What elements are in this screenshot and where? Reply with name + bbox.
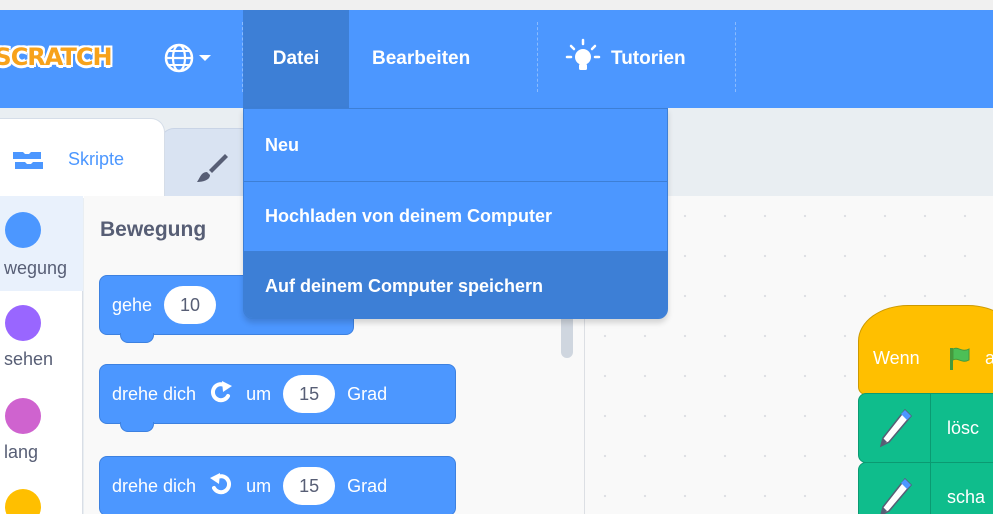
block-when-flag-clicked[interactable]: Wenn a	[858, 305, 993, 395]
category-looks[interactable]: sehen	[0, 291, 83, 386]
category-menu: wegung sehen lang	[0, 196, 83, 514]
block-text: a	[985, 348, 993, 368]
block-pen-shade[interactable]: scha	[858, 462, 993, 514]
block-text: scha	[947, 487, 986, 507]
block-text: Wenn	[873, 348, 920, 368]
tab-scripts[interactable]: Skripte	[0, 118, 165, 198]
category-label: sehen	[4, 349, 54, 369]
green-flag-icon	[947, 346, 973, 377]
block-input[interactable]: 15	[283, 467, 336, 505]
block-text: lösc	[947, 418, 980, 438]
menu-item-label: Neu	[265, 134, 300, 155]
lightbulb-icon	[565, 38, 601, 80]
block-pen-clear[interactable]: lösc	[858, 393, 993, 463]
category-motion[interactable]: wegung	[0, 196, 83, 291]
menu-item-save[interactable]: Auf deinem Computer speichern	[244, 251, 667, 318]
globe-icon	[163, 42, 197, 79]
pen-icon	[859, 463, 931, 514]
category-dot	[5, 489, 41, 514]
menu-edit[interactable]: Bearbeiten	[372, 10, 512, 108]
chevron-down-icon	[197, 51, 213, 69]
menu-divider	[735, 22, 736, 92]
category-dot	[5, 398, 41, 434]
tab-scripts-label: Skripte	[68, 149, 125, 169]
brush-icon	[195, 151, 229, 190]
rotate-right-icon	[208, 380, 234, 409]
category-events[interactable]	[0, 481, 83, 514]
menu-item-upload[interactable]: Hochladen von deinem Computer	[244, 181, 667, 251]
browser-strip	[0, 0, 993, 10]
block-turn-right[interactable]: drehe dich um 15 Grad	[99, 364, 456, 432]
language-menu[interactable]	[163, 42, 233, 79]
pen-icon	[859, 394, 931, 462]
palette-title: Bewegung	[100, 218, 207, 241]
category-dot	[5, 305, 41, 341]
category-dot	[5, 212, 41, 248]
file-menu-dropdown: Neu Hochladen von deinem Computer Auf de…	[243, 108, 668, 319]
block-text: um	[246, 475, 272, 496]
menu-tutorials[interactable]: Tutorien	[565, 10, 745, 108]
menu-item-new[interactable]: Neu	[244, 109, 667, 181]
menu-file[interactable]: Datei	[243, 10, 349, 108]
logo-text: SCRATCH	[0, 43, 113, 71]
code-icon	[11, 149, 45, 176]
block-notch	[120, 422, 154, 432]
block-text: drehe dich	[112, 383, 197, 404]
menu-edit-label: Bearbeiten	[372, 48, 471, 69]
block-text: Grad	[347, 383, 388, 404]
menu-item-label: Auf deinem Computer speichern	[265, 275, 544, 296]
menu-tutorials-label: Tutorien	[611, 48, 686, 69]
block-text: gehe	[112, 294, 153, 315]
block-notch	[120, 333, 154, 343]
block-text: drehe dich	[112, 475, 197, 496]
menu-divider	[537, 22, 538, 92]
rotate-left-icon	[208, 472, 234, 501]
scratch-editor: SCRATCH Datei Bearbeiten Tutorien Skript…	[0, 0, 993, 514]
block-turn-left[interactable]: drehe dich um 15 Grad	[99, 456, 456, 514]
menu-file-label: Datei	[272, 48, 320, 69]
category-sound[interactable]: lang	[0, 386, 83, 481]
menu-item-label: Hochladen von deinem Computer	[265, 206, 553, 226]
block-input[interactable]: 15	[283, 375, 336, 413]
category-label: lang	[4, 442, 39, 462]
block-input[interactable]: 10	[164, 286, 217, 324]
scratch-logo[interactable]: SCRATCH	[0, 34, 120, 80]
block-text: um	[246, 383, 272, 404]
category-label: wegung	[4, 258, 68, 278]
block-text: Grad	[347, 475, 388, 496]
